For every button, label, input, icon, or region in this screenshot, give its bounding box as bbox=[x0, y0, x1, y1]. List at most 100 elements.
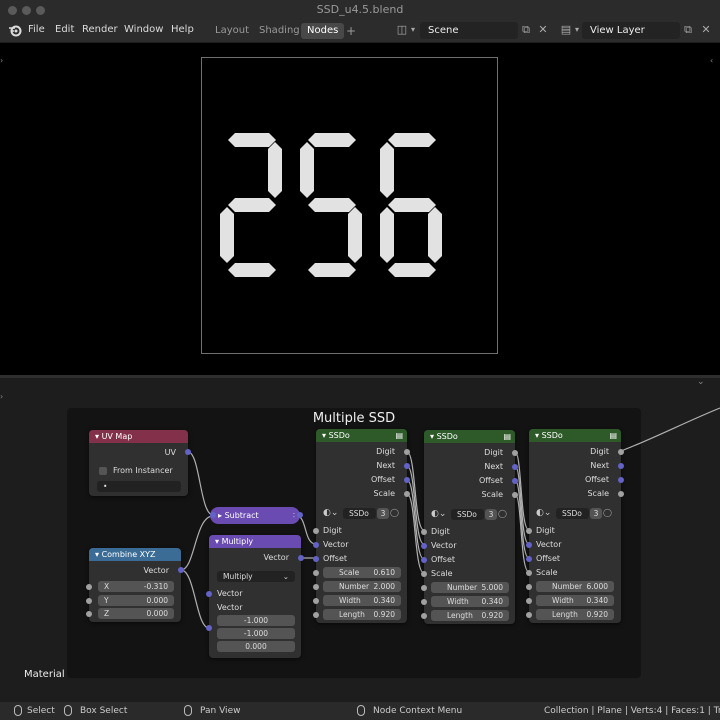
fake-user-icon[interactable]: ◯ bbox=[603, 508, 614, 519]
number-input-socket[interactable] bbox=[313, 584, 319, 590]
digit-input-socket[interactable] bbox=[421, 529, 427, 535]
length-field[interactable]: Length 0.920 bbox=[431, 610, 509, 621]
offset-output-label: Offset bbox=[370, 475, 395, 484]
offset-input-socket[interactable] bbox=[526, 556, 532, 562]
digit-output-socket[interactable] bbox=[512, 450, 518, 456]
scale-input-socket[interactable] bbox=[526, 570, 532, 576]
combine-xyz-node[interactable]: ▾ Combine XYZ Vector X -0.310 Y 0.000 Z 0.0… bbox=[86, 548, 184, 622]
length-input-socket[interactable] bbox=[526, 612, 532, 618]
next-output-socket[interactable] bbox=[618, 463, 624, 469]
digit-output-socket[interactable] bbox=[404, 449, 410, 455]
fake-user-icon[interactable]: ◯ bbox=[498, 509, 509, 520]
digit-input-socket[interactable] bbox=[313, 528, 319, 534]
length-input-socket[interactable] bbox=[313, 612, 319, 618]
width-field[interactable]: Width 0.340 bbox=[323, 595, 401, 606]
subtract-input-socket[interactable] bbox=[210, 512, 216, 518]
offset-output-socket[interactable] bbox=[618, 477, 624, 483]
multiply-output-label: Vector bbox=[263, 553, 290, 562]
operation-dropdown[interactable]: Multiply ⌄ bbox=[217, 571, 295, 582]
node-tree-icon[interactable]: ◐⌄ bbox=[536, 508, 554, 519]
scale-output-socket[interactable] bbox=[512, 492, 518, 498]
number-field[interactable]: Number 5.000 bbox=[431, 582, 509, 593]
length-field[interactable]: Length 0.920 bbox=[323, 609, 401, 620]
x-input-socket[interactable] bbox=[86, 584, 92, 590]
scale-output-socket[interactable] bbox=[618, 491, 624, 497]
width-field[interactable]: Width 0.340 bbox=[431, 596, 509, 607]
vector-input-socket-2[interactable] bbox=[206, 625, 212, 631]
group-name-field[interactable]: SSDo bbox=[451, 509, 484, 520]
vector-input-socket[interactable] bbox=[526, 542, 532, 548]
number-field[interactable]: Number 6.000 bbox=[536, 581, 614, 592]
vector-input-socket-1[interactable] bbox=[206, 591, 212, 597]
digit-output-socket[interactable] bbox=[618, 449, 624, 455]
x-field[interactable]: X -0.310 bbox=[98, 581, 174, 592]
users-count[interactable]: 3 bbox=[485, 509, 497, 520]
scale-output-socket[interactable] bbox=[404, 491, 410, 497]
mouse-right-icon bbox=[357, 705, 365, 716]
next-output-socket[interactable] bbox=[404, 463, 410, 469]
vector-input-socket[interactable] bbox=[313, 542, 319, 548]
scale-input-socket[interactable] bbox=[313, 570, 319, 576]
collapse-arrow-icon[interactable]: ▾ bbox=[430, 432, 434, 441]
from-instancer-checkbox[interactable] bbox=[99, 467, 107, 475]
width-input-socket[interactable] bbox=[313, 598, 319, 604]
uv-output-socket[interactable] bbox=[185, 449, 191, 455]
offset-input-socket[interactable] bbox=[421, 557, 427, 563]
y-field[interactable]: Y 0.000 bbox=[98, 595, 174, 606]
width-input-socket[interactable] bbox=[421, 599, 427, 605]
scale-field[interactable]: Scale 0.610 bbox=[323, 567, 401, 578]
collapse-arrow-icon[interactable]: ▾ bbox=[535, 431, 539, 440]
collapse-arrow-icon[interactable]: ▾ bbox=[215, 537, 219, 546]
collapse-arrow-icon[interactable]: ▾ bbox=[95, 550, 99, 559]
vector-z-field[interactable]: 0.000 bbox=[217, 641, 295, 652]
digit-input-label: Digit bbox=[323, 526, 342, 535]
scale-input-socket[interactable] bbox=[421, 571, 427, 577]
fake-user-icon[interactable]: ◯ bbox=[390, 508, 401, 519]
node-tree-icon[interactable]: ◐⌄ bbox=[431, 509, 449, 520]
width-field[interactable]: Width 0.340 bbox=[536, 595, 614, 606]
offset-output-socket[interactable] bbox=[512, 478, 518, 484]
ssd-node-1[interactable]: ▾ SSDo ▤ Digit Next Offset Scale ◐⌄ SSDo … bbox=[313, 429, 410, 623]
group-name-field[interactable]: SSDo bbox=[343, 508, 376, 519]
vector-input-socket[interactable] bbox=[421, 543, 427, 549]
collapse-arrow-icon[interactable]: ▾ bbox=[95, 432, 99, 441]
ssd-node-2[interactable]: ▾ SSDo ▤ Digit Next Offset Scale ◐⌄ SSDo … bbox=[421, 430, 518, 624]
number-input-socket[interactable] bbox=[526, 584, 532, 590]
users-count[interactable]: 3 bbox=[590, 508, 602, 519]
subtract-title: Subtract bbox=[224, 511, 259, 520]
length-input-socket[interactable] bbox=[421, 613, 427, 619]
users-count[interactable]: 3 bbox=[377, 508, 389, 519]
multiply-node[interactable]: ▾ Multiply Vector Multiply ⌄ Vector Vecto… bbox=[206, 535, 304, 658]
width-input-socket[interactable] bbox=[526, 598, 532, 604]
y-input-socket[interactable] bbox=[86, 598, 92, 604]
next-output-label: Next bbox=[376, 461, 395, 470]
subtract-output-socket[interactable] bbox=[297, 512, 303, 518]
combine-output-socket[interactable] bbox=[178, 567, 184, 573]
ssd-node-3[interactable]: ▾ SSDo ▤ Digit Next Offset Scale ◐⌄ SSDo … bbox=[526, 429, 624, 623]
number-input-socket[interactable] bbox=[421, 585, 427, 591]
node-tree-icon[interactable]: ◐⌄ bbox=[323, 508, 341, 519]
vector-y-field[interactable]: -1.000 bbox=[217, 628, 295, 639]
from-instancer-label: From Instancer bbox=[113, 466, 173, 475]
collapse-arrow-icon[interactable]: ▾ bbox=[322, 431, 326, 440]
uv-map-node[interactable]: ▾ UV Map UV From Instancer • bbox=[89, 430, 191, 496]
uv-map-field[interactable]: • bbox=[97, 481, 181, 492]
digit-input-socket[interactable] bbox=[526, 528, 532, 534]
z-field[interactable]: Z 0.000 bbox=[98, 608, 174, 619]
multiply-output-socket[interactable] bbox=[298, 555, 304, 561]
vector-x-field[interactable]: -1.000 bbox=[217, 615, 295, 626]
status-pan-view: Pan View bbox=[200, 706, 241, 716]
next-output-socket[interactable] bbox=[512, 464, 518, 470]
collapse-arrow-icon[interactable]: ▸ bbox=[218, 511, 222, 520]
number-field[interactable]: Number 2.000 bbox=[323, 581, 401, 592]
subtract-node[interactable]: ▸ Subtract ∶ bbox=[210, 507, 300, 524]
group-name-field[interactable]: SSDo bbox=[556, 508, 589, 519]
length-field[interactable]: Length 0.920 bbox=[536, 609, 614, 620]
z-input-socket[interactable] bbox=[86, 611, 92, 617]
status-context-menu: Node Context Menu bbox=[373, 706, 463, 716]
socket-toggle-icon[interactable]: ∶ bbox=[293, 507, 295, 524]
digit-output-label: Digit bbox=[590, 447, 609, 456]
offset-input-socket[interactable] bbox=[313, 556, 319, 562]
offset-output-socket[interactable] bbox=[404, 477, 410, 483]
node-group-icon: ▤ bbox=[503, 432, 511, 441]
